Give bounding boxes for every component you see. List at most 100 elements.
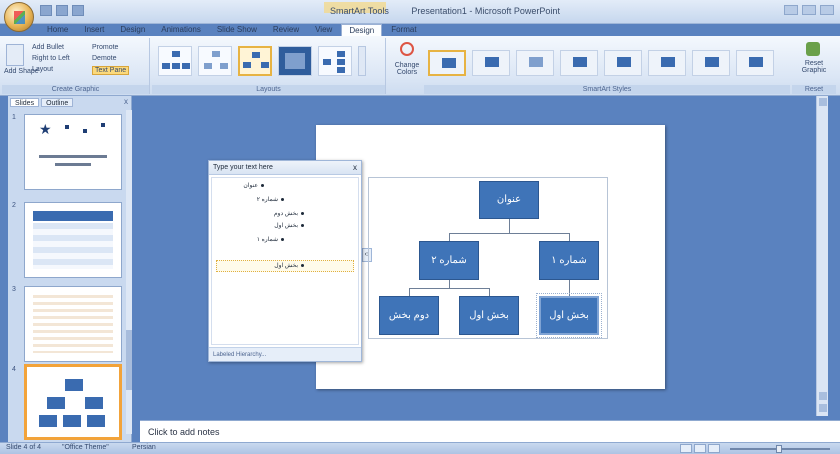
bullet-icon <box>301 263 304 267</box>
slides-panel: Slides Outline x 1 ★ 2 3 4 <box>8 96 132 442</box>
tab-animations[interactable]: Animations <box>154 24 208 36</box>
text-pane-item[interactable]: بخش دوم <box>274 210 304 217</box>
slide-number: 1 <box>12 114 16 121</box>
text-pane-item-label: عنوان <box>243 183 258 189</box>
connector-line <box>449 280 450 288</box>
text-pane-footer[interactable]: Labeled Hierarchy... <box>209 347 361 361</box>
slide-thumbnail-1[interactable]: ★ <box>24 114 122 190</box>
slide-number: 2 <box>12 202 16 209</box>
tab-insert[interactable]: Insert <box>77 24 111 36</box>
subtitle-placeholder-line <box>55 163 91 166</box>
text-pane-close-icon[interactable]: x <box>353 161 357 175</box>
reset-graphic-button[interactable]: Reset Graphic <box>796 40 832 84</box>
style-option-1-selected[interactable] <box>428 50 466 76</box>
tab-slide-show[interactable]: Slide Show <box>210 24 264 36</box>
text-pane-item[interactable]: بخش اول <box>274 222 304 229</box>
connector-line <box>489 288 490 296</box>
slide-sorter-icon[interactable] <box>694 444 706 453</box>
tab-review[interactable]: Review <box>266 24 306 36</box>
notes-placeholder: Click to add notes <box>148 427 220 437</box>
text-pane-item[interactable]: عنوان <box>243 182 264 189</box>
diagram-node-level1-right[interactable]: شماره ۱ <box>539 241 599 280</box>
layout-option-3-selected[interactable] <box>238 46 272 76</box>
diagram-node-level2-1[interactable]: دوم بخش <box>379 296 439 335</box>
style-option-3[interactable] <box>516 50 554 76</box>
add-shape-icon[interactable] <box>6 44 24 66</box>
layout-option-2[interactable] <box>198 46 232 76</box>
editing-area-scrollbar[interactable] <box>816 96 828 416</box>
slides-panel-scrollbar[interactable] <box>126 110 132 434</box>
diagram-node-root[interactable]: عنوان <box>479 181 539 219</box>
promote-button[interactable]: Promote <box>92 44 118 51</box>
tab-design[interactable]: Design <box>113 24 152 36</box>
connector-line <box>569 233 570 241</box>
slide-show-icon[interactable] <box>708 444 720 453</box>
layout-option-1[interactable] <box>158 46 192 76</box>
change-colors-button[interactable]: Change Colors <box>392 40 422 84</box>
smartart-frame[interactable]: عنوان شماره ۲ شماره ۱ دوم بخش بخش اول بخ… <box>368 177 608 339</box>
layout-button[interactable]: Layout <box>32 66 53 73</box>
view-buttons <box>680 444 720 453</box>
slide-thumbnail-4-selected[interactable] <box>24 364 122 440</box>
office-button[interactable] <box>4 2 34 32</box>
group-label-create-graphic: Create Graphic <box>2 85 149 94</box>
text-pane-button[interactable]: Text Pane <box>92 66 130 75</box>
diagram-node-level2-3-selected[interactable]: بخش اول <box>536 293 602 338</box>
undo-icon[interactable] <box>56 5 68 16</box>
scroll-up-icon[interactable] <box>819 98 827 106</box>
smartart-text-pane: Type your text here x عنوان شماره ۲ بخش … <box>208 160 362 362</box>
zoom-slider[interactable] <box>730 445 830 453</box>
layouts-scroll[interactable] <box>358 46 366 76</box>
normal-view-icon[interactable] <box>680 444 692 453</box>
ribbon: Add Shape Add Bullet Right to Left Layou… <box>0 36 840 96</box>
tab-view[interactable]: View <box>308 24 339 36</box>
connector-line <box>409 288 410 296</box>
panel-close-icon[interactable]: x <box>124 97 128 106</box>
slide-thumbnail-3[interactable] <box>24 286 122 362</box>
diagram-node-level1-left[interactable]: شماره ۲ <box>419 241 479 280</box>
style-option-4[interactable] <box>560 50 598 76</box>
text-pane-item[interactable]: شماره ۱ <box>257 236 284 243</box>
status-slide-count: Slide 4 of 4 <box>6 444 42 451</box>
minimize-button[interactable] <box>784 5 798 15</box>
layout-option-5[interactable] <box>318 46 352 76</box>
text-pane-title: Type your text here <box>213 164 273 171</box>
reset-graphic-label: Reset Graphic <box>801 60 827 74</box>
bullet-icon <box>281 237 284 241</box>
status-language[interactable]: Persian <box>132 444 156 451</box>
save-icon[interactable] <box>40 5 52 16</box>
close-button[interactable] <box>820 5 834 15</box>
slide-thumbnail-2[interactable] <box>24 202 122 278</box>
slide-editing-area: Type your text here x عنوان شماره ۲ بخش … <box>140 96 828 416</box>
diagram-node-level2-2[interactable]: بخش اول <box>459 296 519 335</box>
quick-access-toolbar <box>40 5 84 16</box>
previous-slide-icon[interactable] <box>819 392 827 400</box>
window-title: SmartArt Tools Presentation1 - Microsoft… <box>330 6 560 16</box>
text-pane-item[interactable]: شماره ۲ <box>257 196 284 203</box>
tab-outline[interactable]: Outline <box>41 98 74 107</box>
tab-slides[interactable]: Slides <box>10 98 40 107</box>
group-label-reset: Reset <box>792 85 836 94</box>
zoom-knob[interactable] <box>776 445 782 453</box>
text-pane-item[interactable]: بخش اول <box>274 262 304 269</box>
tab-smartart-format[interactable]: Format <box>384 24 423 36</box>
layout-option-4[interactable] <box>278 46 312 76</box>
status-bar: Slide 4 of 4 "Office Theme" Persian <box>0 442 840 454</box>
add-bullet-button[interactable]: Add Bullet <box>32 44 64 51</box>
right-to-left-button[interactable]: Right to Left <box>32 55 70 62</box>
notes-pane[interactable]: Click to add notes <box>140 420 840 442</box>
style-option-8[interactable] <box>736 50 774 76</box>
scroll-thumb[interactable] <box>126 330 132 390</box>
style-option-5[interactable] <box>604 50 642 76</box>
maximize-button[interactable] <box>802 5 816 15</box>
tab-home[interactable]: Home <box>40 24 75 36</box>
style-option-7[interactable] <box>692 50 730 76</box>
demote-button[interactable]: Demote <box>92 55 117 62</box>
text-pane-header: Type your text here x <box>209 161 361 175</box>
redo-icon[interactable] <box>72 5 84 16</box>
text-pane-body[interactable]: عنوان شماره ۲ بخش دوم بخش اول شماره ۱ بخ… <box>211 177 359 345</box>
next-slide-icon[interactable] <box>819 404 827 412</box>
style-option-2[interactable] <box>472 50 510 76</box>
style-option-6[interactable] <box>648 50 686 76</box>
tab-smartart-design[interactable]: Design <box>341 24 383 36</box>
